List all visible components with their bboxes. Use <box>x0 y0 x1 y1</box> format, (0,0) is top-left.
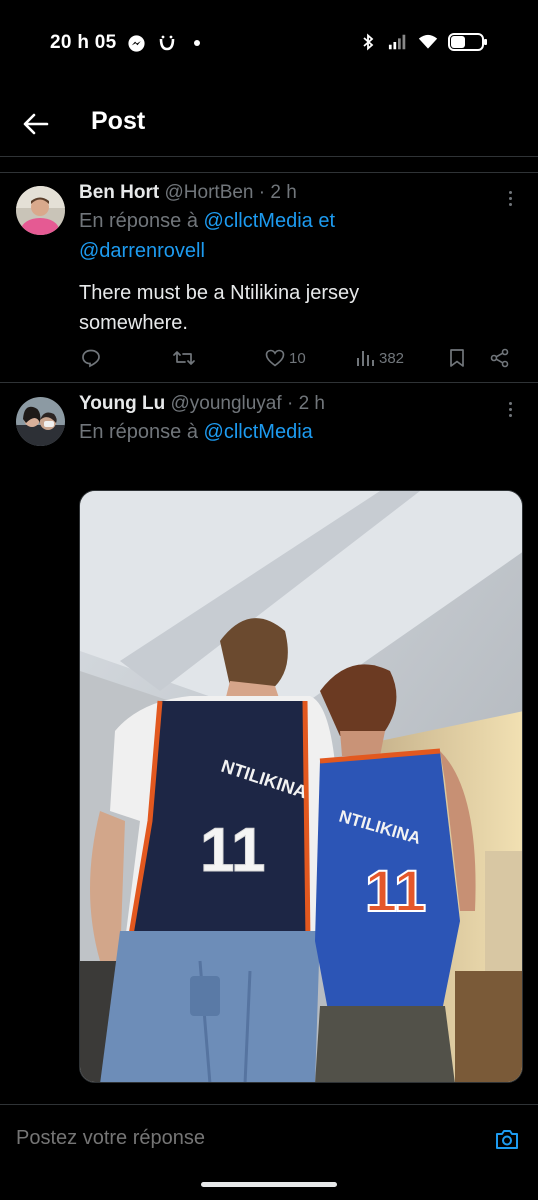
tweet-actions: 10 382 <box>79 343 522 373</box>
author-name[interactable]: Young Lu <box>79 393 165 414</box>
share-icon <box>490 348 509 368</box>
separator-dot: · <box>286 393 294 414</box>
avatar[interactable] <box>16 397 65 446</box>
tweet-time[interactable]: 2 h <box>299 393 325 414</box>
status-bar: 20 h 05 <box>0 0 538 88</box>
author-handle[interactable]: @youngluyaf <box>170 393 281 414</box>
repost-icon <box>173 351 195 365</box>
reply-composer <box>0 1104 538 1174</box>
views-count: 382 <box>379 349 405 367</box>
author-name[interactable]: Ben Hort <box>79 182 159 203</box>
views-icon <box>357 351 374 366</box>
mention-link[interactable]: @cllctMedia <box>204 210 313 232</box>
messenger-icon <box>127 33 147 53</box>
mention-link[interactable]: @cllctMedia <box>204 421 313 443</box>
bookmark-icon <box>450 349 464 367</box>
reply-joiner: et <box>318 210 336 232</box>
tweet-reply-ben-hort[interactable]: Ben Hort @HortBen · 2 h En réponse à @cl… <box>0 172 538 382</box>
camera-button[interactable] <box>494 1127 520 1151</box>
signal-icon <box>388 32 408 52</box>
avatar-photo <box>16 186 65 235</box>
home-indicator[interactable] <box>201 1182 337 1187</box>
reply-button[interactable] <box>81 348 101 368</box>
status-left: 20 h 05 <box>50 32 207 54</box>
more-options-button[interactable] <box>502 399 518 419</box>
status-time: 20 h 05 <box>50 32 117 53</box>
jersey-number-back: 11 <box>200 816 266 885</box>
reply-icon <box>82 349 100 368</box>
avatar[interactable] <box>16 186 65 235</box>
tweet-text: There must be a Ntilikina jersey somewhe… <box>79 282 360 334</box>
reply-prefix: En réponse à <box>79 421 198 443</box>
header-divider <box>0 156 538 157</box>
tweet-photo[interactable]: NTILIKINA 11 NTILIKINA 11 <box>79 490 523 1083</box>
photo-two-people-in-jerseys: NTILIKINA 11 NTILIKINA 11 <box>80 491 522 1082</box>
bluetooth-icon <box>358 32 378 52</box>
app-notification-icon <box>157 33 177 53</box>
tweet-header: Young Lu @youngluyaf · 2 h <box>79 391 518 417</box>
views-button[interactable]: 382 <box>355 349 404 367</box>
reply-context: En réponse à @cllctMedia <box>79 417 518 447</box>
heart-icon <box>265 349 285 367</box>
back-button[interactable] <box>20 108 52 140</box>
notification-dot-icon <box>187 33 207 53</box>
reply-input[interactable] <box>16 1127 456 1150</box>
more-options-button[interactable] <box>502 188 518 208</box>
reply-context: En réponse à @cllctMedia et @darrenrovel… <box>79 206 518 266</box>
battery-icon <box>448 32 488 52</box>
reply-prefix: En réponse à <box>79 210 198 232</box>
author-handle[interactable]: @HortBen <box>165 182 254 203</box>
mention-link[interactable]: @darrenrovell <box>79 240 205 262</box>
tweet-body: Young Lu @youngluyaf · 2 h En réponse à … <box>79 391 518 447</box>
jersey-number-back-2: 11 <box>365 859 426 924</box>
tweet-time[interactable]: 2 h <box>270 182 296 203</box>
back-arrow-icon <box>23 113 49 135</box>
bookmark-button[interactable] <box>448 348 466 368</box>
wifi-icon <box>418 32 438 52</box>
tweet-header: Ben Hort @HortBen · 2 h <box>79 180 518 206</box>
page-title: Post <box>91 107 146 135</box>
like-button[interactable]: 10 <box>265 349 306 367</box>
tweet-body: Ben Hort @HortBen · 2 h En réponse à @cl… <box>79 180 518 338</box>
like-count: 10 <box>289 349 306 367</box>
top-app-bar: Post <box>0 96 538 152</box>
status-right <box>358 32 488 52</box>
camera-icon <box>496 1130 518 1149</box>
repost-button[interactable] <box>173 348 195 368</box>
share-button[interactable] <box>490 348 510 368</box>
avatar-photo <box>16 397 65 446</box>
separator-dot: · <box>258 182 266 203</box>
